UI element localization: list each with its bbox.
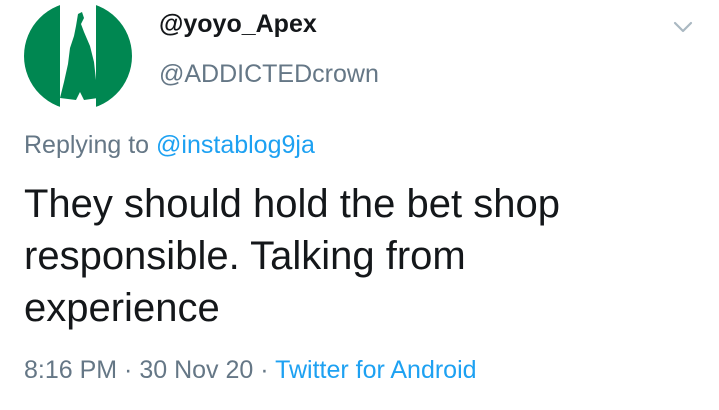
author-display-name[interactable]: @yoyo_Apex [159, 10, 317, 39]
tweet-text-line: experience [24, 286, 220, 330]
avatar[interactable] [24, 2, 132, 110]
avatar-image [24, 2, 132, 110]
meta-separator: · [117, 356, 140, 384]
author-handle[interactable]: @ADDICTEDcrown [159, 60, 379, 89]
reply-mention-link[interactable]: @instablog9ja [156, 131, 315, 159]
tweet-text-line: They should hold the bet shop [24, 182, 560, 226]
tweet-text: They should hold the bet shop responsibl… [24, 178, 684, 334]
tweet-time[interactable]: 8:16 PM [24, 356, 117, 384]
tweet-card: @yoyo_Apex @ADDICTEDcrown Replying to @i… [0, 0, 719, 410]
replying-to: Replying to @instablog9ja [24, 131, 315, 160]
tweet-text-line: responsible. Talking from [24, 234, 466, 278]
chevron-down-icon[interactable] [670, 14, 696, 40]
replying-to-label: Replying to [24, 131, 150, 159]
tweet-date[interactable]: 30 Nov 20 [139, 356, 253, 384]
meta-separator: · [253, 356, 276, 384]
tweet-source-link[interactable]: Twitter for Android [275, 356, 476, 384]
tweet-meta: 8:16 PM · 30 Nov 20 · Twitter for Androi… [24, 356, 477, 385]
